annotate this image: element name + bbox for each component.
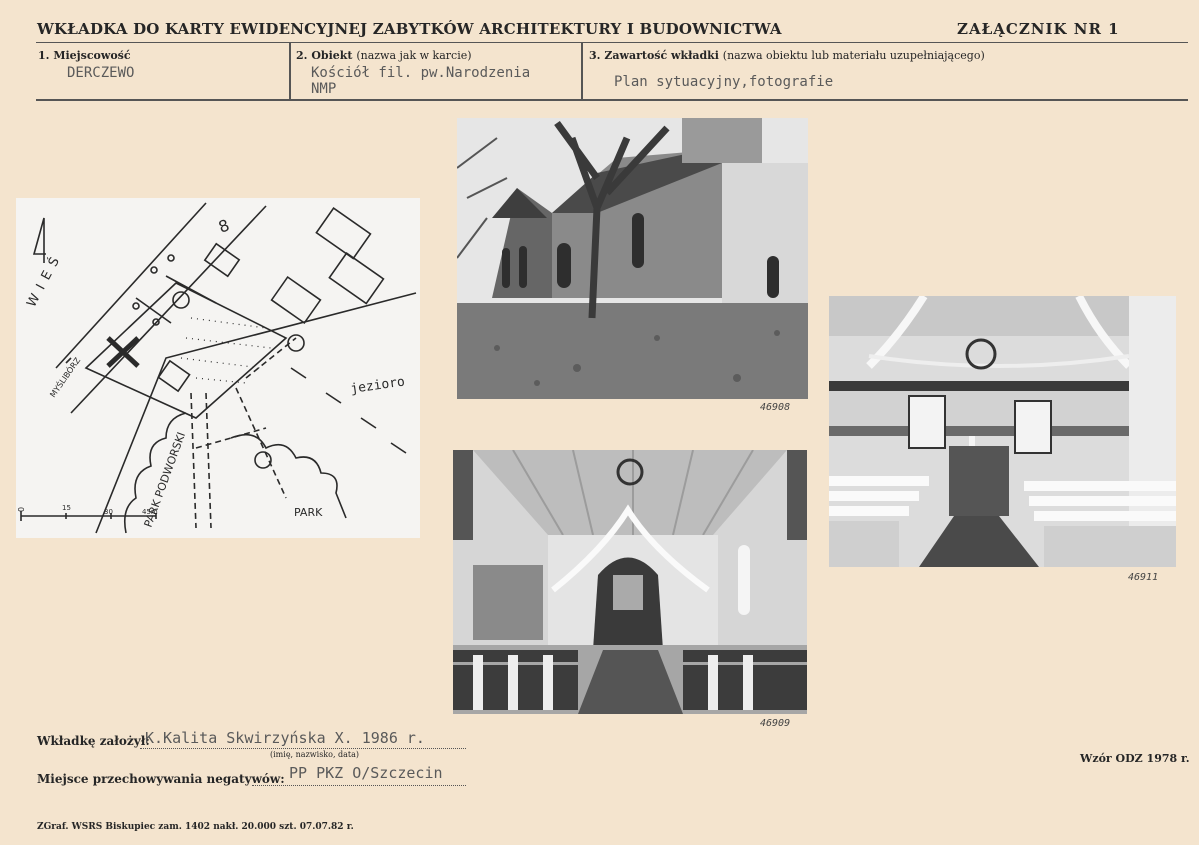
locality-value: DERCZEWO (67, 65, 135, 81)
map-label-park: PARK (294, 506, 323, 519)
map-label-number: 8 (216, 215, 232, 236)
storage-dotline (252, 785, 466, 786)
object-label-text: 2. Obiekt (296, 49, 353, 62)
north-arrow-icon (32, 217, 46, 263)
founder-value: K.Kalita Skwirzyńska X. 1986 r. (145, 729, 425, 747)
map-scale-tick: 0 (17, 507, 26, 512)
field-divider (289, 43, 291, 99)
photo-number-exterior: 46908 (760, 402, 791, 413)
site-plan-map: 8 WIEŚ MYŚLIBÓRZ jezioro PARK PODWORSKI … (16, 198, 420, 538)
map-scale-tick: 30 (104, 508, 113, 516)
locality-label: 1. Miejscowość (38, 49, 131, 62)
annex-number: ZAŁĄCZNIK NR 1 (957, 20, 1120, 38)
content-label-note: (nazwa obiektu lub materiału uzupełniają… (722, 49, 985, 62)
header-divider (36, 42, 1188, 43)
form-model: Wzór ODZ 1978 r. (1080, 752, 1190, 765)
content-label: 3. Zawartość wkładki (nazwa obiektu lub … (589, 49, 985, 62)
founder-dotline (140, 748, 466, 749)
photo-number-gallery: 46911 (1128, 572, 1159, 583)
map-label-village: WIEŚ (23, 248, 66, 310)
sheet-title: WKŁADKA DO KARTY EWIDENCYJNEJ ZABYTKÓW A… (37, 20, 782, 38)
storage-value: PP PKZ O/Szczecin (289, 764, 443, 782)
map-scale-tick: 15 (62, 504, 71, 512)
map-label-road: MYŚLIBÓRZ (47, 354, 83, 399)
interior-altar-image (453, 450, 807, 714)
field-divider (581, 43, 583, 99)
content-value: Plan sytuacyjny,fotografie (614, 74, 834, 90)
storage-label: Miejsce przechowywania negatywów: (37, 772, 285, 786)
photo-number-altar: 46909 (760, 718, 791, 729)
object-label: 2. Obiekt (nazwa jak w karcie) (296, 49, 472, 62)
fields-bottom-rule (36, 99, 1188, 101)
record-sheet: { "header": { "title": "WKŁADKA DO KARTY… (0, 0, 1199, 845)
photo-interior-altar (453, 450, 807, 714)
photo-church-exterior (457, 118, 808, 399)
map-scale-tick: 45m (142, 508, 158, 516)
object-label-note: (nazwa jak w karcie) (356, 49, 472, 62)
site-plan-drawing: 8 WIEŚ MYŚLIBÓRZ jezioro PARK PODWORSKI … (17, 202, 417, 534)
interior-gallery-image (829, 296, 1176, 567)
printer-imprint: ZGraf. WSRS Biskupiec zam. 1402 nakł. 20… (37, 822, 354, 832)
content-label-text: 3. Zawartość wkładki (589, 49, 719, 62)
object-value-line2: NMP (311, 81, 337, 97)
map-label-lake: jezioro (349, 374, 405, 396)
church-exterior-image (457, 118, 808, 399)
object-value-line1: Kościół fil. pw.Narodzenia (311, 65, 531, 81)
founder-label: Wkładkę założył: (37, 734, 150, 748)
photo-interior-gallery (829, 296, 1176, 567)
founder-note: (imię, nazwisko, data) (270, 750, 360, 759)
